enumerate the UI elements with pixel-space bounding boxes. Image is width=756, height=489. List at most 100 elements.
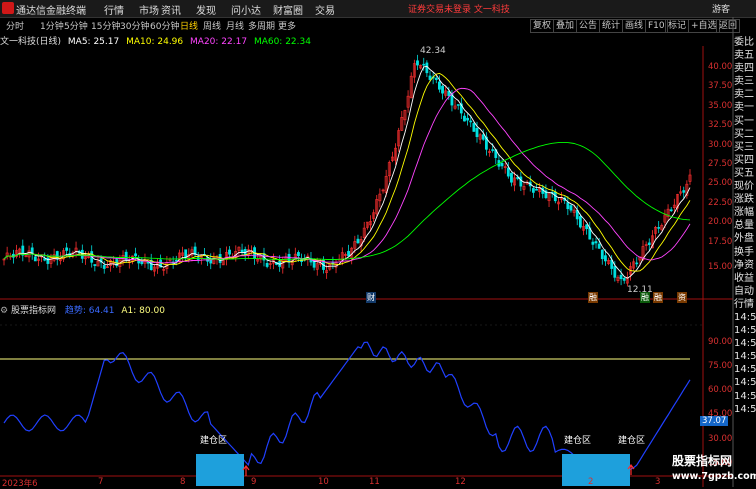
- indicator-tick: 90.00: [708, 337, 733, 347]
- date-tick: 2: [588, 477, 594, 487]
- quote-side-panel[interactable]: 委比 卖五 卖四 卖三 卖二 卖一 买一 买二 买三 买四 买五 现价 涨跌 涨幅 总量 外盘 换手 净资 收益 自动…: [734, 36, 756, 416]
- side-panel-item[interactable]: 涨幅: [734, 206, 756, 219]
- side-panel-item[interactable]: 买二: [734, 128, 756, 141]
- side-panel-item[interactable]: 卖二: [734, 88, 756, 101]
- event-tag-finance[interactable]: 财: [366, 292, 376, 303]
- candle-body: [347, 250, 350, 257]
- candle-body: [475, 128, 479, 138]
- price-tick: 35.00: [708, 101, 733, 111]
- side-panel-item[interactable]: 14:56: [734, 350, 756, 363]
- candle-body: [591, 241, 595, 245]
- side-panel-item[interactable]: 总量: [734, 219, 756, 232]
- price-tick: 37.50: [708, 81, 733, 91]
- side-panel-item[interactable]: 14:56: [734, 324, 756, 337]
- date-tick: 8: [180, 477, 186, 487]
- date-axis: 2023年6 7 8 9 10 11 12 2 3: [0, 477, 700, 489]
- kline-chart[interactable]: [0, 0, 756, 487]
- candle-body: [472, 123, 476, 132]
- candle-body: [519, 176, 523, 187]
- price-high-label: 42.34: [420, 46, 446, 56]
- side-panel-item[interactable]: 14:56: [734, 403, 756, 416]
- event-tag-margin[interactable]: 融: [653, 292, 663, 303]
- candle-body: [228, 249, 231, 255]
- position-zone-label: 建仓区: [564, 436, 592, 446]
- side-panel-item[interactable]: 买三: [734, 141, 756, 154]
- side-panel-item[interactable]: 卖五: [734, 49, 756, 62]
- side-panel-item[interactable]: 卖三: [734, 75, 756, 88]
- candle-body: [416, 60, 419, 66]
- side-panel-item[interactable]: 14:56: [734, 363, 756, 376]
- side-panel-item[interactable]: 收益: [734, 272, 756, 285]
- candle-body: [65, 247, 69, 251]
- candle-body: [604, 255, 607, 262]
- price-tick: 25.00: [708, 178, 733, 188]
- side-panel-item[interactable]: 涨跌: [734, 193, 756, 206]
- trend-line: [3, 341, 691, 472]
- side-panel-item[interactable]: 14:56: [734, 311, 756, 324]
- candle-body: [134, 253, 137, 257]
- candle-body: [174, 259, 178, 262]
- candle-body: [297, 252, 300, 257]
- side-panel-item[interactable]: 净资: [734, 259, 756, 272]
- candle-body: [428, 75, 432, 80]
- candle-body: [466, 117, 469, 121]
- date-tick: 9: [251, 477, 257, 487]
- event-tag-capital[interactable]: 资: [677, 292, 687, 303]
- price-tick: 40.00: [708, 62, 733, 72]
- side-panel-item[interactable]: 14:56: [734, 337, 756, 350]
- side-panel-item[interactable]: 卖一: [734, 101, 756, 114]
- price-tick: 15.00: [708, 262, 733, 272]
- indicator-trend-value: 趋势: 64.41: [64, 306, 115, 316]
- side-panel-item[interactable]: 买一: [734, 115, 756, 128]
- candle-body: [33, 256, 37, 262]
- price-tick: 22.50: [708, 198, 733, 208]
- candle-body: [441, 85, 444, 94]
- candle-body: [613, 266, 617, 278]
- indicator-settings-icon[interactable]: ⚙: [0, 306, 8, 316]
- side-panel-item[interactable]: 买五: [734, 167, 756, 180]
- candle-body: [597, 243, 601, 249]
- candle-body: [569, 205, 573, 211]
- candle-body: [619, 274, 623, 280]
- side-panel-item[interactable]: 委比: [734, 36, 756, 49]
- candle-body: [578, 216, 582, 228]
- candle-body: [491, 149, 495, 151]
- indicator-current-value: 37.07: [700, 416, 729, 426]
- ma60-line: [3, 141, 691, 260]
- side-panel-item[interactable]: 14:56: [734, 376, 756, 389]
- price-tick: 30.00: [708, 140, 733, 150]
- candle-body: [585, 224, 589, 230]
- watermark-url: www.7gpzb.com: [672, 471, 756, 482]
- side-panel-item[interactable]: 外盘: [734, 232, 756, 245]
- event-tag-margin[interactable]: 融: [640, 292, 650, 303]
- position-zone-label: 建仓区: [200, 436, 228, 446]
- side-panel-item[interactable]: 现价: [734, 180, 756, 193]
- side-panel-item[interactable]: 卖四: [734, 62, 756, 75]
- candle-body: [566, 202, 570, 210]
- side-panel-item[interactable]: 换手: [734, 246, 756, 259]
- side-panel-item[interactable]: 买四: [734, 154, 756, 167]
- candle-body: [184, 249, 188, 258]
- indicator-tick: 30.00: [708, 434, 733, 444]
- side-panel-item[interactable]: 14:56: [734, 390, 756, 403]
- indicator-title[interactable]: 股票指标网: [11, 306, 56, 316]
- candle-body: [434, 77, 438, 81]
- side-panel-item[interactable]: 自动: [734, 285, 756, 298]
- candle-body: [635, 262, 639, 265]
- candle-body: [438, 81, 441, 90]
- date-tick: 11: [369, 477, 380, 487]
- candle-body: [594, 241, 598, 244]
- watermark: 股票指标网 www.7gpzb.com: [672, 454, 756, 484]
- event-tag-margin[interactable]: 融: [588, 292, 598, 303]
- candle-body: [356, 238, 360, 244]
- date-tick: 10: [318, 477, 329, 487]
- indicator-a1-value: A1: 80.00: [121, 306, 165, 316]
- ma10-line: [3, 72, 691, 272]
- candle-body: [600, 249, 604, 260]
- indicator-tick: 60.00: [708, 385, 733, 395]
- date-tick: 3: [655, 477, 661, 487]
- side-panel-item[interactable]: 行情: [734, 298, 756, 311]
- date-tick: 7: [98, 477, 104, 487]
- candle-body: [535, 188, 538, 191]
- price-tick: 20.00: [708, 217, 733, 227]
